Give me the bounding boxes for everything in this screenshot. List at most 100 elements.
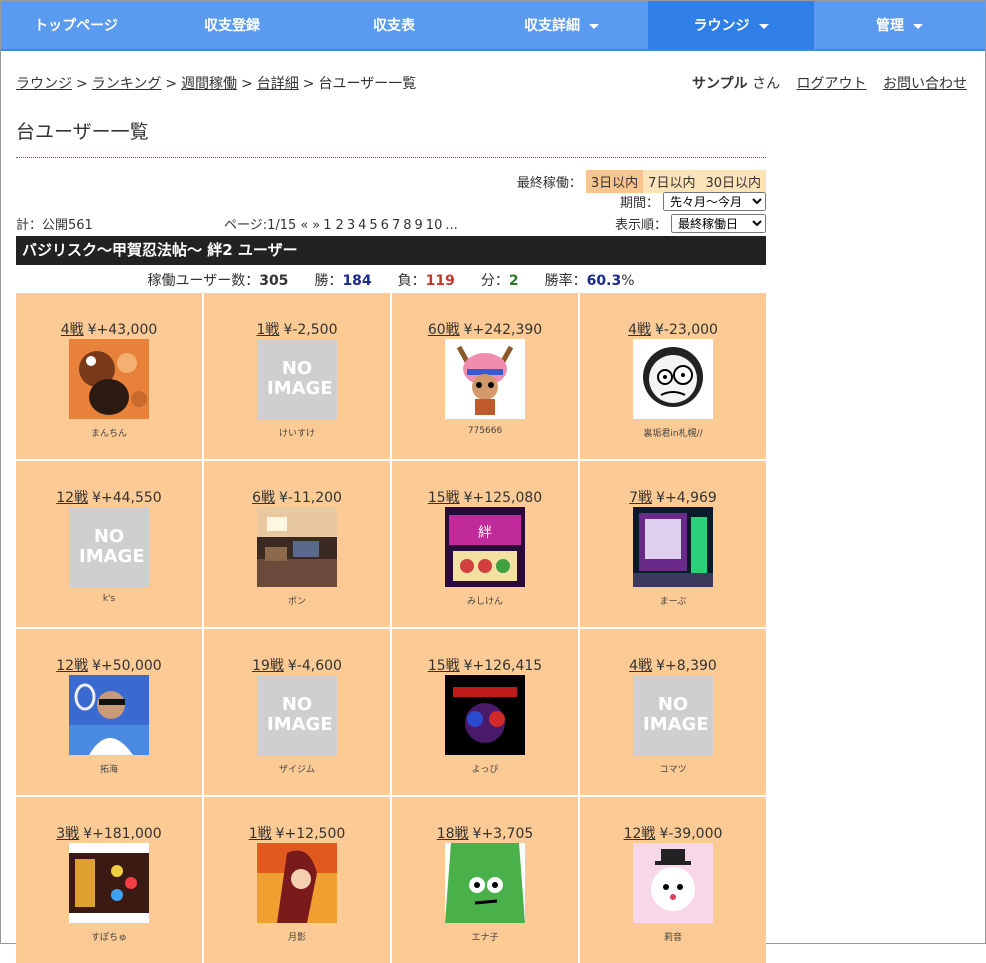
games-link[interactable]: 4戦 — [629, 658, 652, 674]
games-link[interactable]: 18戦 — [437, 826, 469, 842]
games-link[interactable]: 15戦 — [428, 490, 460, 506]
user-card: 18戦 ¥+3,705 エナ子 — [392, 797, 578, 963]
games-link[interactable]: 12戦 — [56, 490, 88, 506]
games-link[interactable]: 12戦 — [56, 658, 88, 674]
stats-bar: 稼働ユーザー数：305 勝：184 負：119 分：2 勝率：60.3% — [16, 270, 766, 290]
page-indicator: ページ:1/15 — [224, 218, 297, 233]
no-image-placeholder[interactable]: NO IMAGE — [257, 675, 337, 755]
balance-value: ¥-11,200 — [278, 490, 342, 506]
user-avatar[interactable] — [445, 339, 525, 419]
rate-label: 勝率： — [544, 273, 587, 289]
page-link[interactable]: 9 — [415, 218, 423, 233]
caret-down-icon — [913, 23, 923, 29]
user-avatar[interactable] — [257, 843, 337, 923]
contact-link[interactable]: お問い合わせ — [883, 76, 967, 92]
games-link[interactable]: 19戦 — [252, 658, 284, 674]
page-link[interactable]: 8 — [403, 218, 411, 233]
games-link[interactable]: 4戦 — [628, 322, 651, 338]
games-link[interactable]: 1戦 — [257, 322, 280, 338]
no-image-placeholder[interactable]: NO IMAGE — [69, 507, 149, 587]
page-link[interactable]: 5 — [369, 218, 377, 233]
user-grid: 4戦 ¥+43,000 まんちん 1戦 ¥-2,500 NO IMAGE けいすけ 60戦 ¥+… — [16, 291, 766, 963]
user-avatar[interactable] — [257, 507, 337, 587]
total-count: 計：公開561 — [16, 218, 93, 233]
page-link[interactable]: 4 — [358, 218, 366, 233]
user-record: 15戦 ¥+125,080 — [392, 487, 578, 507]
nav-item-5[interactable]: 管理 — [814, 1, 985, 49]
sort-label: 表示順： — [614, 218, 667, 233]
games-link[interactable]: 15戦 — [428, 658, 460, 674]
user-avatar[interactable] — [69, 339, 149, 419]
page-link[interactable]: 2 — [336, 218, 344, 233]
caret-down-icon — [589, 23, 599, 29]
period-filter: 最終稼働： 3日以内 7日以内 30日以内 — [16, 170, 766, 193]
user-avatar[interactable] — [633, 507, 713, 587]
user-avatar[interactable] — [69, 675, 149, 755]
games-link[interactable]: 12戦 — [624, 826, 656, 842]
logout-link[interactable]: ログアウト — [797, 76, 867, 92]
term-select[interactable]: 先々月～今月 — [663, 192, 766, 211]
user-card: 1戦 ¥+12,500 月影 — [204, 797, 390, 963]
user-card: 12戦 ¥-39,000 莉音 — [580, 797, 766, 963]
user-avatar[interactable] — [445, 675, 525, 755]
page-link[interactable]: 7 — [392, 218, 400, 233]
games-link[interactable]: 1戦 — [249, 826, 272, 842]
breadcrumb-link[interactable]: ラウンジ — [16, 76, 72, 92]
nav-label: トップページ — [34, 18, 118, 34]
user-name-label: k's — [102, 594, 116, 604]
balance-value: ¥+43,000 — [87, 322, 158, 338]
nav-item-3[interactable]: 収支詳細 — [475, 1, 648, 49]
nav-item-0[interactable]: トップページ — [1, 1, 151, 49]
user-name-label: けいすけ — [278, 429, 315, 439]
games-link[interactable]: 60戦 — [428, 322, 460, 338]
games-link[interactable]: 4戦 — [61, 322, 84, 338]
page-link[interactable]: 3 — [347, 218, 355, 233]
caret-down-icon — [758, 23, 769, 29]
period-option[interactable]: 3日以内 — [585, 170, 644, 193]
games-link[interactable]: 7戦 — [629, 490, 652, 506]
page-link[interactable]: 6 — [381, 218, 389, 233]
win-value: 184 — [342, 273, 372, 289]
games-link[interactable]: 3戦 — [56, 826, 79, 842]
user-name-label: よっぴ — [471, 765, 499, 775]
user-name-label: 775666 — [467, 426, 503, 436]
breadcrumb-link[interactable]: ランキング — [92, 76, 162, 92]
sort-select[interactable]: 最終稼働日 — [671, 214, 766, 233]
user-card: 12戦 ¥+50,000 拓海 — [16, 629, 202, 795]
user-avatar[interactable] — [69, 843, 149, 923]
next-page-link[interactable]: » — [312, 218, 320, 233]
user-card: 7戦 ¥+4,969 まーぶ — [580, 461, 766, 627]
user-card: 6戦 ¥-11,200 ポン — [204, 461, 390, 627]
no-image-text: NO IMAGE — [643, 694, 709, 735]
balance-value: ¥+181,000 — [83, 826, 162, 842]
nav-item-1[interactable]: 収支登録 — [151, 1, 313, 49]
main-nav: トップページ 収支登録 収支表 収支詳細 ラウンジ 管理 — [1, 1, 985, 51]
period-option[interactable]: 30日以内 — [700, 170, 766, 193]
breadcrumb: ラウンジ > ランキング > 週間稼働 > 台詳細 > 台ユーザー一覧 — [16, 73, 416, 93]
user-card: 15戦 ¥+125,080 絆みしけん — [392, 461, 578, 627]
breadcrumb-link[interactable]: 週間稼働 — [181, 76, 237, 92]
page-link[interactable]: 10 — [426, 218, 443, 233]
user-card: 4戦 ¥+8,390 NO IMAGE コマツ — [580, 629, 766, 795]
more-pages-link[interactable]: ... — [445, 218, 457, 233]
period-option[interactable]: 7日以内 — [643, 170, 701, 193]
draw-value: 2 — [508, 273, 519, 289]
user-card: 60戦 ¥+242,390 775666 — [392, 293, 578, 459]
user-record: 4戦 ¥+8,390 — [580, 655, 766, 675]
games-link[interactable]: 6戦 — [252, 490, 275, 506]
no-image-placeholder[interactable]: NO IMAGE — [633, 675, 713, 755]
breadcrumb-sep: > — [241, 76, 253, 92]
nav-item-2[interactable]: 収支表 — [313, 1, 475, 49]
user-name: サンプル — [692, 76, 748, 92]
user-record: 19戦 ¥-4,600 — [204, 655, 390, 675]
user-card: 12戦 ¥+44,550 NO IMAGE k's — [16, 461, 202, 627]
breadcrumb-sep: > — [165, 76, 178, 92]
user-avatar[interactable] — [445, 843, 525, 923]
nav-label: ラウンジ — [693, 18, 750, 34]
user-avatar[interactable] — [633, 843, 713, 923]
nav-item-4[interactable]: ラウンジ — [648, 1, 814, 49]
no-image-placeholder[interactable]: NO IMAGE — [257, 339, 337, 419]
breadcrumb-link[interactable]: 台詳細 — [257, 76, 299, 92]
user-avatar[interactable] — [633, 339, 713, 419]
user-avatar[interactable]: 絆 — [445, 507, 525, 587]
